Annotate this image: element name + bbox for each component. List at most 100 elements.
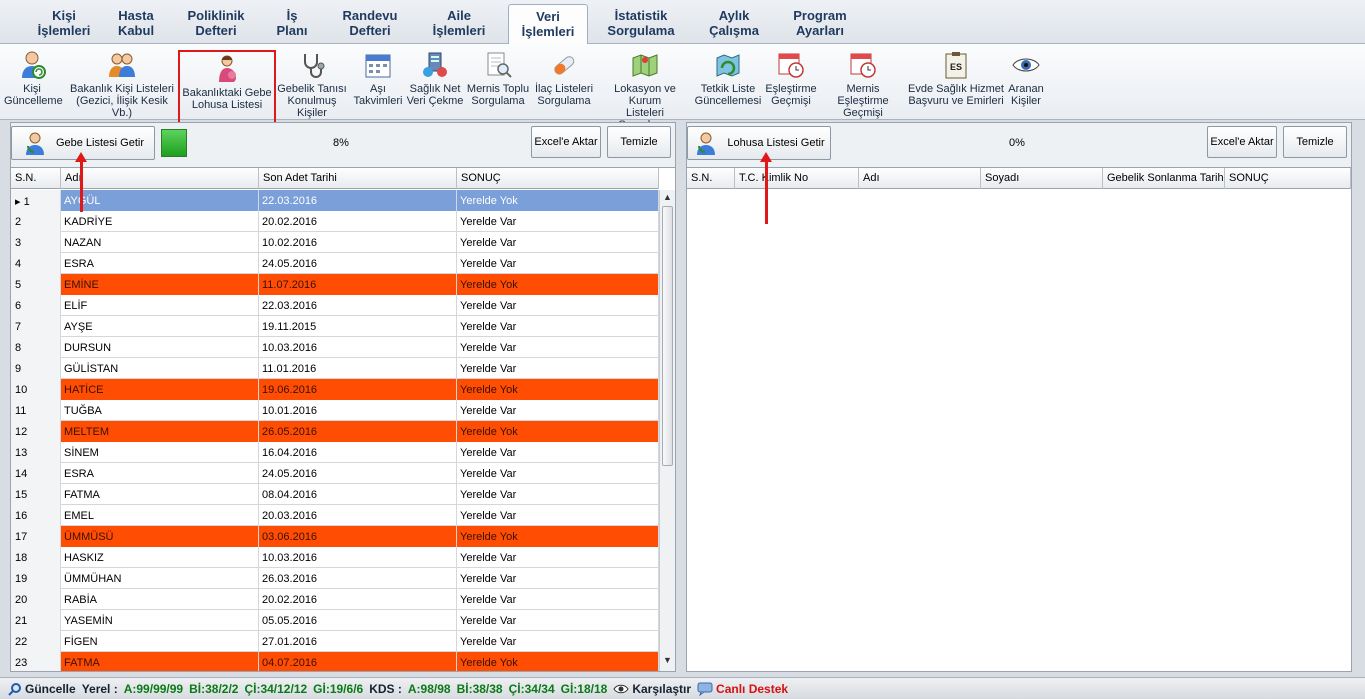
- table-row[interactable]: 8 DURSUN 10.03.2016 Yerelde Var: [11, 337, 659, 358]
- ribbon-saglik-net-button[interactable]: Sağlık Net Veri Çekme: [406, 48, 464, 118]
- table-row[interactable]: 14 ESRA 24.05.2016 Yerelde Var: [11, 463, 659, 484]
- menu-tab-line1: Aylık: [718, 8, 750, 23]
- ribbon-evde-saglik-button[interactable]: ES Evde Sağlık Hizmet Başvuru ve Emirleri: [908, 48, 1004, 118]
- menu-tab-randevu-defteri[interactable]: Randevu Defteri: [330, 4, 410, 44]
- column-header-soyadi[interactable]: Soyadı: [981, 168, 1103, 189]
- canli-destek-link[interactable]: Canlı Destek: [716, 682, 788, 696]
- ribbon-mernis-eslestirme-button[interactable]: Mernis Eşleştirme Geçmişi: [820, 48, 906, 119]
- menu-tab-aile-islemleri[interactable]: Aile İşlemleri: [420, 4, 498, 44]
- gebe-grid-header: S.N. Adı Son Adet Tarihi SONUÇ: [11, 168, 659, 189]
- gebe-grid-scrollbar[interactable]: ▲ ▼: [659, 190, 675, 671]
- lohusa-excel-aktar-button[interactable]: Excel'e Aktar: [1207, 126, 1277, 158]
- column-header-sn[interactable]: S.N.: [687, 168, 735, 189]
- gebe-grid-body: ▸ 1AYGÜL22.03.2016Yerelde Yok2KADRİYE20.…: [11, 190, 659, 671]
- ribbon-asi-takvimleri-button[interactable]: Aşı Takvimleri: [352, 48, 404, 118]
- menu-tab-line2: Defteri: [349, 23, 391, 38]
- guncelle-link[interactable]: Güncelle: [25, 682, 76, 696]
- table-row[interactable]: ▸ 1AYGÜL22.03.2016Yerelde Yok: [11, 190, 659, 211]
- column-header-adi[interactable]: Adı: [61, 168, 259, 189]
- karsilastir-link[interactable]: Karşılaştır: [632, 682, 691, 696]
- menu-tab-poliklinik-defteri[interactable]: Poliklinik Defteri: [178, 4, 254, 44]
- column-header-tc-kimlik-no[interactable]: T.C. Kimlik No: [735, 168, 859, 189]
- cell-result: Yerelde Var: [457, 232, 659, 253]
- menu-tab-line2: Sorgulama: [607, 23, 675, 38]
- temizle-label: Temizle: [1296, 136, 1334, 148]
- table-row[interactable]: 6 ELİF 22.03.2016 Yerelde Var: [11, 295, 659, 316]
- menu-tab-aylik-calisma[interactable]: Aylık Çalışma: [700, 4, 768, 44]
- scroll-up-icon[interactable]: ▲: [660, 192, 675, 206]
- scroll-thumb[interactable]: [662, 206, 673, 466]
- stethoscope-icon: [304, 54, 325, 78]
- main-menu-bar: Kişi İşlemleri Hasta Kabul Poliklinik Defte…: [0, 0, 1365, 45]
- column-header-sonuc[interactable]: SONUÇ: [457, 168, 659, 189]
- ribbon-kisi-guncelleme-button[interactable]: Kişi Güncelleme: [4, 48, 63, 118]
- table-row[interactable]: 2 KADRİYE 20.02.2016 Yerelde Var: [11, 211, 659, 232]
- ribbon-label-line2: Başvuru ve Emirleri: [908, 95, 1004, 107]
- cell-date: 26.03.2016: [259, 568, 457, 589]
- ribbon-tetkik-liste-button[interactable]: Tetkik Liste Güncellemesi: [694, 48, 762, 118]
- lohusa-temizle-button[interactable]: Temizle: [1283, 126, 1347, 158]
- table-row[interactable]: 17 ÜMMÜSÜ 03.06.2016 Yerelde Yok: [11, 526, 659, 547]
- menu-tab-kisi-islemleri[interactable]: Kişi İşlemleri: [30, 4, 98, 44]
- column-header-sonuc[interactable]: SONUÇ: [1225, 168, 1351, 189]
- cell-date: 20.02.2016: [259, 211, 457, 232]
- table-row[interactable]: 20 RABİA 20.02.2016 Yerelde Var: [11, 589, 659, 610]
- menu-tab-istatistik-sorgulama[interactable]: İstatistik Sorgulama: [598, 4, 684, 44]
- cell-date: 03.06.2016: [259, 526, 457, 547]
- ribbon-bakanliktaki-gebe-lohusa-button[interactable]: Bakanlıktaki Gebe Lohusa Listesi: [178, 50, 276, 134]
- table-row[interactable]: 23 FATMA 04.07.2016 Yerelde Yok: [11, 652, 659, 671]
- table-row[interactable]: 11 TUĞBA 10.01.2016 Yerelde Var: [11, 400, 659, 421]
- table-row[interactable]: 15 FATMA 08.04.2016 Yerelde Var: [11, 484, 659, 505]
- menu-tab-program-ayarlari[interactable]: Program Ayarları: [778, 4, 862, 44]
- menu-tab-line2: Kabul: [117, 23, 155, 38]
- ribbon-mernis-toplu-button[interactable]: Mernis Toplu Sorgulama: [466, 48, 530, 118]
- table-row[interactable]: 7 AYŞE 19.11.2015 Yerelde Var: [11, 316, 659, 337]
- ribbon-label-line1: Lokasyon ve Kurum: [614, 83, 676, 107]
- table-row[interactable]: 19 ÜMMÜHAN 26.03.2016 Yerelde Var: [11, 568, 659, 589]
- table-row[interactable]: 12 MELTEM 26.05.2016 Yerelde Yok: [11, 421, 659, 442]
- menu-tab-hasta-kabul[interactable]: Hasta Kabul: [104, 4, 168, 44]
- table-row[interactable]: 3 NAZAN 10.02.2016 Yerelde Var: [11, 232, 659, 253]
- ribbon-label-line2: Kişiler: [1011, 95, 1041, 107]
- table-row[interactable]: 13 SİNEM 16.04.2016 Yerelde Var: [11, 442, 659, 463]
- menu-tab-line2: Ayarları: [796, 23, 844, 38]
- cell-date: 10.01.2016: [259, 400, 457, 421]
- ribbon-eslestirme-gecmisi-button[interactable]: Eşleştirme Geçmişi: [764, 48, 818, 118]
- ribbon-gebelik-tanisi-button[interactable]: Gebelik Tanısı Konulmuş Kişiler: [274, 48, 350, 119]
- person-refresh-icon: [22, 51, 46, 79]
- table-row[interactable]: 4 ESRA 24.05.2016 Yerelde Var: [11, 253, 659, 274]
- ribbon-bakanlik-kisi-listeleri-button[interactable]: Bakanlık Kişi Listeleri (Gezici, İlişik K…: [66, 48, 178, 119]
- table-row[interactable]: 10 HATİCE 19.06.2016 Yerelde Yok: [11, 379, 659, 400]
- cell-name: NAZAN: [61, 232, 259, 253]
- cell-result: Yerelde Var: [457, 463, 659, 484]
- column-header-gebelik-sonlanma-tarihi[interactable]: Gebelik Sonlanma Tarihi: [1103, 168, 1225, 189]
- menu-tab-line2: İşlemleri: [37, 23, 91, 38]
- cell-result: Yerelde Yok: [457, 526, 659, 547]
- ribbon-aranan-kisiler-button[interactable]: Aranan Kişiler: [1004, 48, 1048, 118]
- ribbon-ilac-listeleri-button[interactable]: İlaç Listeleri Sorgulama: [532, 48, 596, 118]
- table-row[interactable]: 5 EMİNE 11.07.2016 Yerelde Yok: [11, 274, 659, 295]
- scroll-down-icon[interactable]: ▼: [660, 655, 675, 669]
- table-row[interactable]: 16 EMEL 20.03.2016 Yerelde Var: [11, 505, 659, 526]
- cell-date: 16.04.2016: [259, 442, 457, 463]
- gebe-temizle-button[interactable]: Temizle: [607, 126, 671, 158]
- ribbon-lokasyon-kurum-button[interactable]: Lokasyon ve KurumListeleri Sorgulama: [598, 48, 692, 131]
- table-row[interactable]: 21 YASEMİN 05.05.2016 Yerelde Var: [11, 610, 659, 631]
- kds-bi-value: Bİ:38/38: [456, 681, 503, 696]
- lohusa-listesi-getir-button[interactable]: Lohusa Listesi Getir: [687, 126, 831, 160]
- menu-tab-line1: İş: [286, 8, 298, 23]
- cell-sn: 15: [11, 484, 61, 505]
- column-header-adi[interactable]: Adı: [859, 168, 981, 189]
- table-row[interactable]: 9 GÜLİSTAN 11.01.2016 Yerelde Var: [11, 358, 659, 379]
- table-row[interactable]: 22 FİGEN 27.01.2016 Yerelde Var: [11, 631, 659, 652]
- yerel-ci-value: Çİ:34/12/12: [244, 681, 308, 696]
- excel-label: Excel'e Aktar: [1210, 136, 1274, 148]
- menu-tab-veri-islemleri[interactable]: Veri İşlemleri: [508, 4, 588, 45]
- column-header-sn[interactable]: S.N.: [11, 168, 61, 189]
- menu-tab-is-plani[interactable]: İş Planı: [264, 4, 320, 44]
- pregnant-woman-icon: [219, 55, 236, 82]
- ribbon-toolbar: Kişi Güncelleme Bakanlık Kişi Listeleri (G…: [0, 44, 1365, 134]
- table-row[interactable]: 18 HASKIZ 10.03.2016 Yerelde Var: [11, 547, 659, 568]
- gebe-excel-aktar-button[interactable]: Excel'e Aktar: [531, 126, 601, 158]
- column-header-son-adet-tarihi[interactable]: Son Adet Tarihi: [259, 168, 457, 189]
